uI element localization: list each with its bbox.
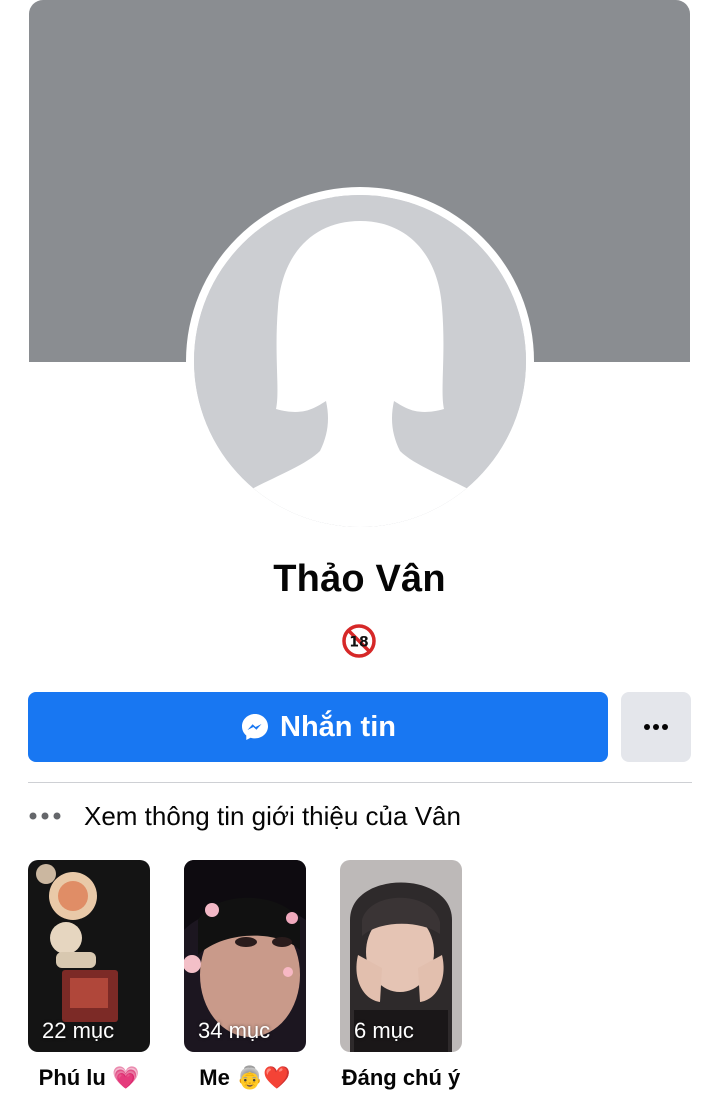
- highlight-count: 34 mục: [198, 1018, 271, 1043]
- highlight-count: 22 mục: [42, 1018, 115, 1043]
- highlight-label: Me 👵❤️: [199, 1065, 291, 1090]
- highlight-thumbnail: 22 mục: [28, 860, 150, 1052]
- highlight-item[interactable]: 22 mục Phú lu 💗: [28, 860, 150, 1092]
- more-dots-icon: [29, 812, 61, 820]
- highlight-label: Phú lu 💗: [38, 1065, 140, 1090]
- highlight-item[interactable]: 6 mục Đáng chú ý: [340, 860, 462, 1092]
- about-info-label: Xem thông tin giới thiệu của Vân: [84, 800, 461, 831]
- highlight-thumbnail: 34 mục: [184, 860, 306, 1052]
- highlight-label: Đáng chú ý: [341, 1065, 461, 1090]
- profile-name: Thảo Vân: [273, 558, 446, 600]
- about-info-link[interactable]: Xem thông tin giới thiệu của Vân: [28, 796, 461, 836]
- highlight-thumbnail: 6 mục: [340, 860, 462, 1052]
- highlight-count: 6 mục: [354, 1018, 414, 1043]
- section-divider: [28, 782, 692, 783]
- messenger-icon: [240, 712, 270, 742]
- 18-plus-icon: 18: [342, 624, 376, 658]
- message-button[interactable]: Nhắn tin: [28, 692, 608, 762]
- highlight-item[interactable]: 34 mục Me 👵❤️: [184, 860, 306, 1092]
- more-options-button[interactable]: [621, 692, 691, 762]
- default-avatar-silhouette: [194, 195, 526, 527]
- profile-avatar[interactable]: [186, 187, 534, 535]
- svg-text:18: 18: [349, 635, 368, 651]
- more-horizontal-icon: [644, 724, 668, 730]
- message-button-label: Nhắn tin: [280, 710, 396, 743]
